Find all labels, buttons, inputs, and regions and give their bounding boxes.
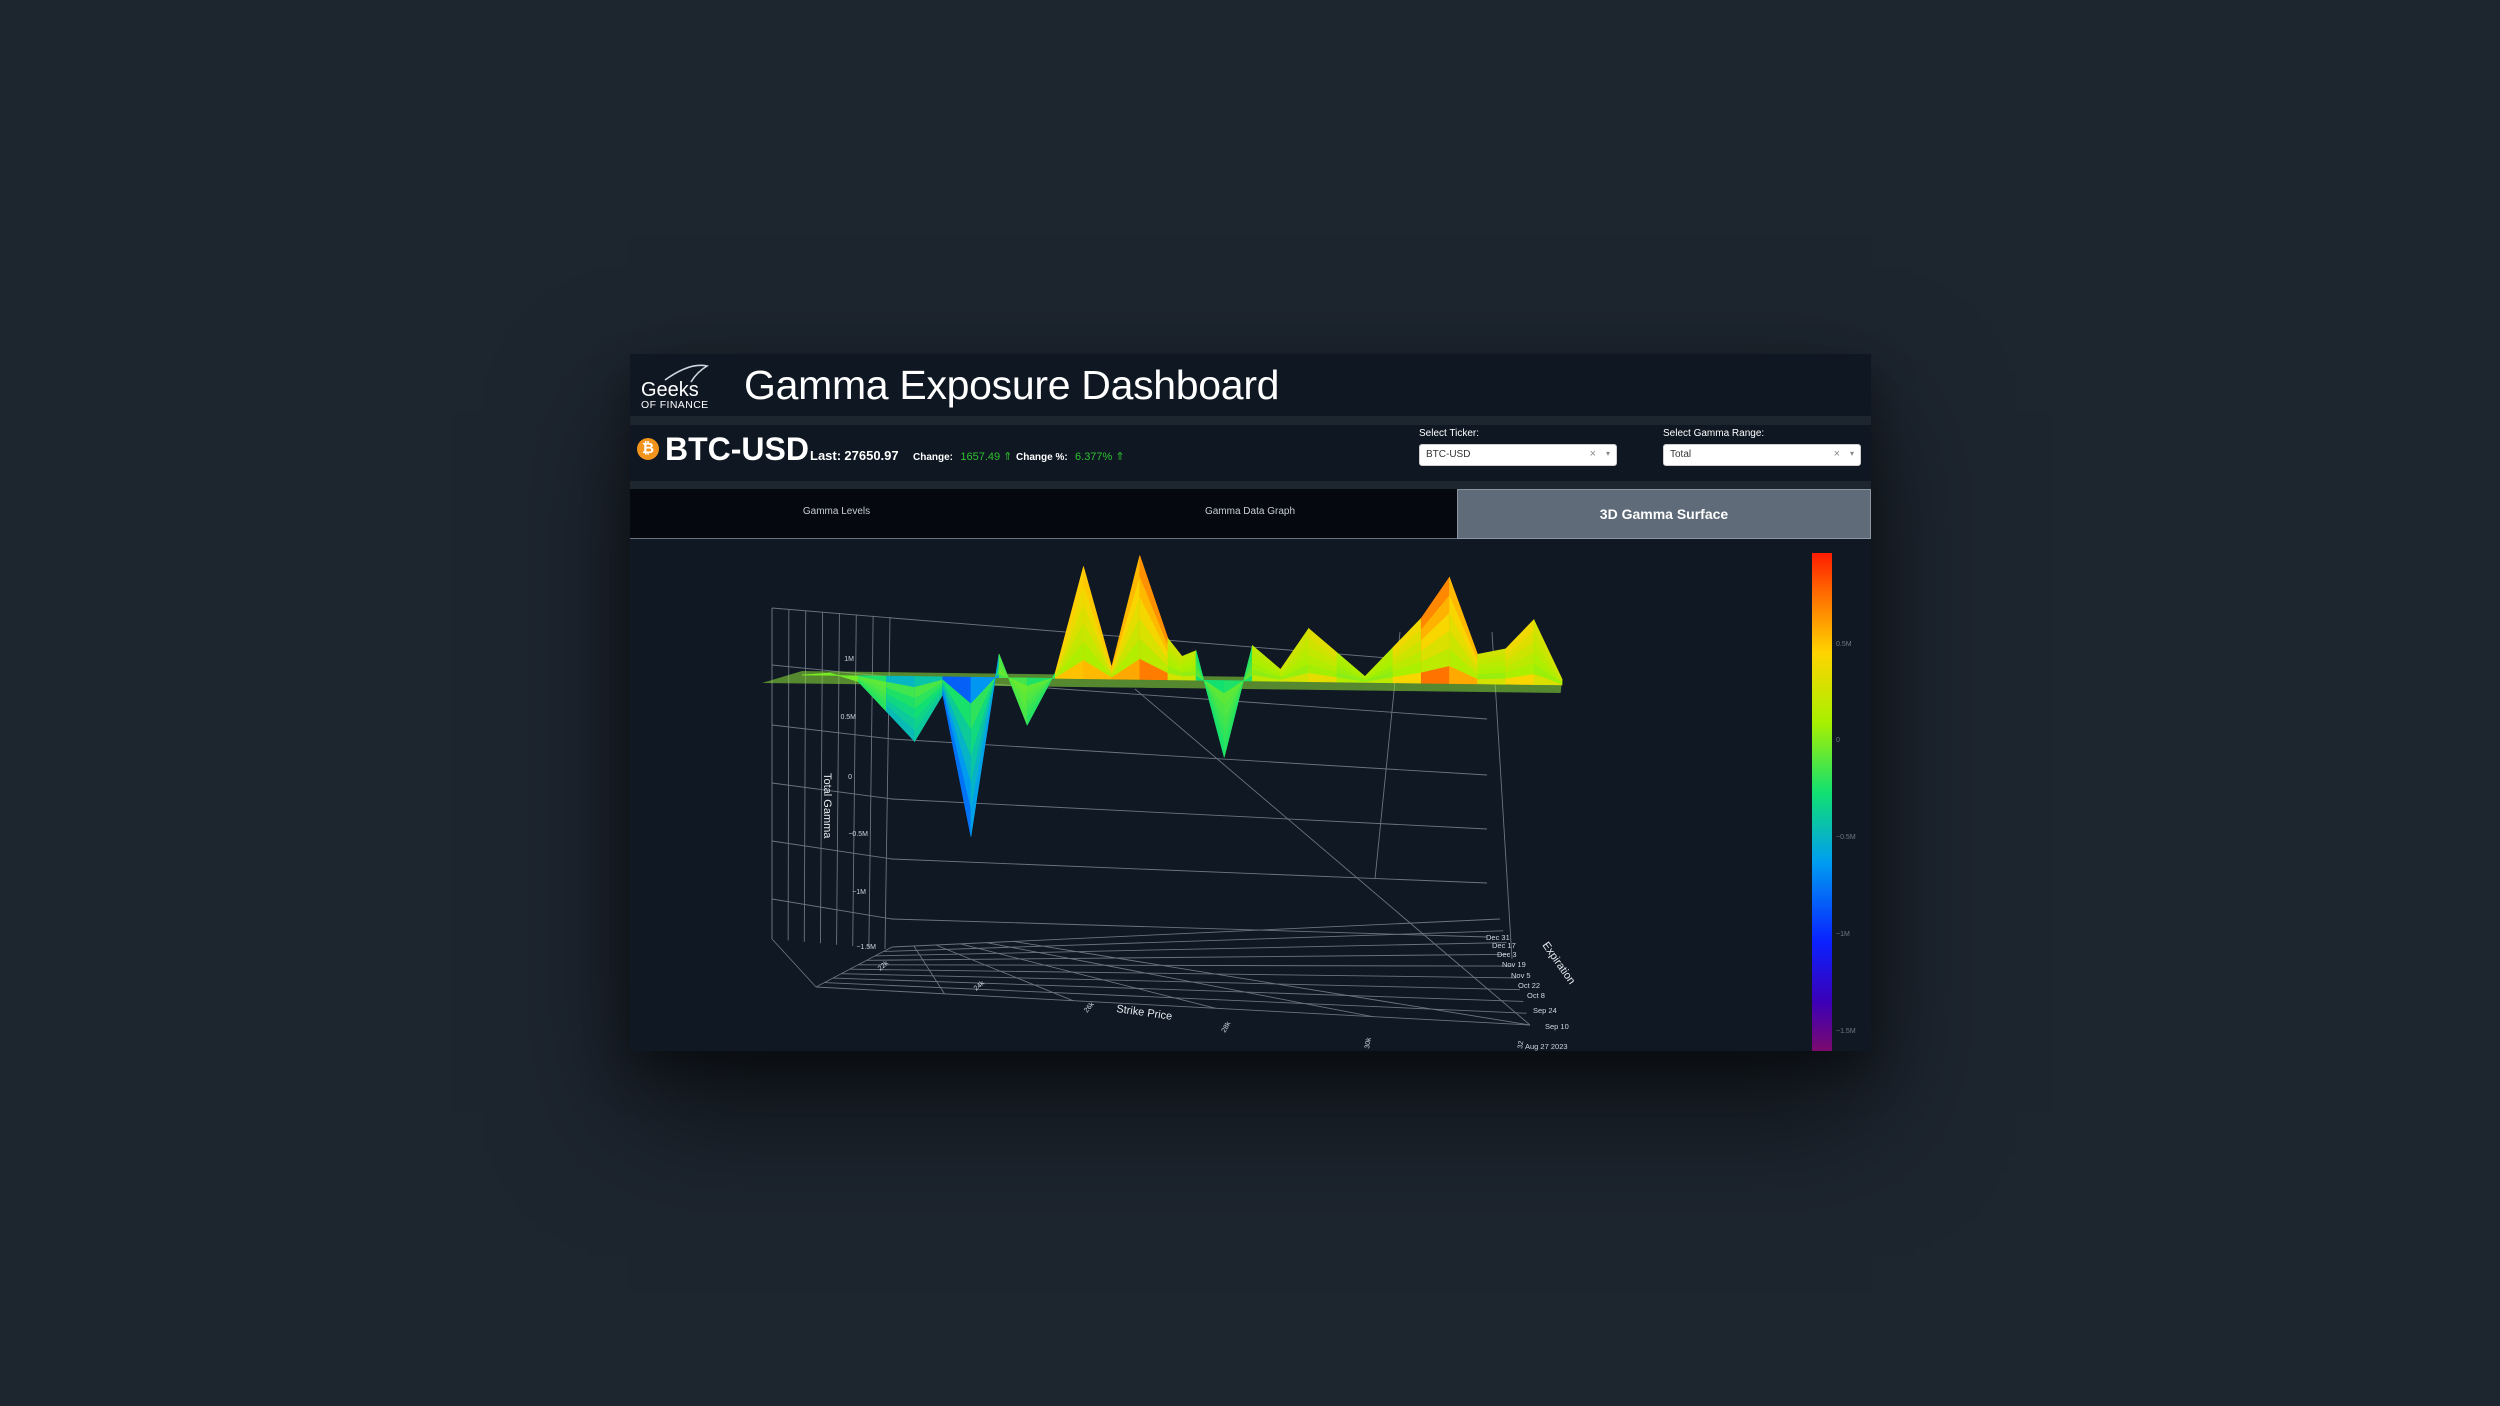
grid-line [771, 898, 893, 920]
divider [630, 416, 1871, 425]
app-header: Geeks OF FINANCE Gamma Exposure Dashboar… [630, 354, 1871, 416]
colorbar: 0.5M 0 −0.5M −1M −1.5M [1812, 553, 1856, 1051]
tab-gamma-levels[interactable]: Gamma Levels [630, 489, 1043, 539]
change-value: 1657.49 ⇑ [960, 451, 1013, 463]
ticker-select-value: BTC-USD [1426, 449, 1471, 460]
grid-line [852, 614, 857, 947]
grid-line [858, 964, 1514, 967]
grid-line [803, 610, 807, 942]
x-tick: 26k [1083, 1001, 1096, 1015]
y-tick: Dec 3 [1497, 950, 1517, 959]
grid-line [836, 613, 840, 945]
page-title: Gamma Exposure Dashboard [744, 362, 1280, 408]
axis-ticks: 1M 0.5M 0 −0.5M −1M −1.5M 22k 24k 26k 28… [821, 656, 1577, 1051]
z-axis-title: Total Gamma [821, 773, 833, 839]
y-tick: Dec 17 [1492, 941, 1516, 950]
gamma-range-select-label: Select Gamma Range: [1663, 428, 1765, 439]
tab-3d-gamma-surface[interactable]: 3D Gamma Surface [1457, 489, 1871, 539]
tab-gamma-data-graph[interactable]: Gamma Data Graph [1043, 489, 1457, 539]
colorbar-tick: −1M [1836, 931, 1850, 938]
clear-icon[interactable]: × [1834, 448, 1840, 460]
grid-line [868, 615, 874, 948]
y-tick: Sep 24 [1533, 1006, 1557, 1015]
grid-line [771, 938, 817, 988]
grid-line [866, 953, 1511, 961]
y-tick: Oct 8 [1527, 991, 1545, 1000]
grid-line [891, 798, 1488, 830]
y-tick: Aug 27 2023 [1525, 1042, 1568, 1051]
x-axis-title: Strike Price [1116, 1003, 1173, 1023]
z-tick: 0.5M [840, 714, 856, 721]
last-price: Last: 27650.97 [810, 449, 899, 463]
x-tick: 22k [877, 960, 891, 973]
price-change-percent: Change %: 6.377% ⇑ [1016, 449, 1125, 465]
tab-bar: Gamma Levels Gamma Data Graph 3D Gamma S… [630, 489, 1871, 539]
y-tick: Sep 10 [1545, 1022, 1569, 1031]
grid-line [875, 942, 1507, 957]
colorbar-gradient [1812, 553, 1832, 1051]
gamma-range-select[interactable]: Total × ▾ [1663, 444, 1861, 466]
x-tick: 30k [1364, 1037, 1373, 1050]
colorbar-tick: −0.5M [1836, 834, 1856, 841]
z-tick: 0 [848, 774, 852, 781]
y-tick: Dec 31 [1486, 933, 1510, 942]
clear-icon[interactable]: × [1590, 448, 1596, 460]
colorbar-tick: 0.5M [1836, 641, 1852, 648]
gamma-range-select-value: Total [1670, 449, 1692, 460]
ticker-symbol: BTC-USD [665, 431, 809, 467]
dashboard-window: Geeks OF FINANCE Gamma Exposure Dashboar… [630, 354, 1871, 1051]
chevron-down-icon[interactable]: ▾ [1850, 449, 1854, 458]
y-tick: Oct 22 [1518, 981, 1540, 990]
price-change: Change: 1657.49 ⇑ [913, 449, 1012, 465]
chevron-down-icon[interactable]: ▾ [1606, 449, 1610, 458]
x-tick: 28k [1221, 1020, 1233, 1034]
z-tick: −1M [852, 889, 866, 896]
grid-line [815, 986, 1531, 1026]
colorbar-tick: −1.5M [1836, 1028, 1856, 1035]
last-label: Last: [810, 448, 842, 463]
ticker-select[interactable]: BTC-USD × ▾ [1419, 444, 1617, 466]
grid-line [1134, 688, 1531, 1026]
grid-line [771, 840, 893, 860]
grid-line [771, 607, 893, 619]
y-tick: Nov 19 [1502, 960, 1526, 969]
geeks-of-finance-logo: Geeks OF FINANCE [641, 364, 710, 411]
surface-plot[interactable]: 1M 0.5M 0 −0.5M −1M −1.5M 22k 24k 26k 28… [630, 539, 1871, 1051]
grid-line [1013, 940, 1531, 1026]
grid-line [884, 616, 891, 950]
grid-line [771, 724, 893, 740]
ticker-select-label: Select Ticker: [1419, 428, 1480, 439]
ticker-select-group: Select Ticker: BTC-USD × ▾ [1419, 428, 1617, 466]
change-percent-label: Change %: [1016, 452, 1068, 463]
logo-text-bottom: OF FINANCE [641, 399, 709, 411]
surface-plot-canvas[interactable]: 1M 0.5M 0 −0.5M −1M −1.5M 22k 24k 26k 28… [630, 539, 1871, 1051]
logo-text-top: Geeks [641, 379, 699, 401]
z-tick: −1.5M [856, 944, 876, 951]
bitcoin-icon: ₿ [637, 438, 659, 460]
divider [630, 481, 1871, 489]
last-value: 27650.97 [844, 448, 899, 463]
grid-line [891, 918, 1501, 948]
x-tick: 24k [973, 980, 987, 993]
gamma-range-select-group: Select Gamma Range: Total × ▾ [1663, 428, 1861, 466]
grid-line [986, 942, 1374, 1018]
z-tick: 1M [844, 656, 854, 663]
change-label: Change: [913, 452, 953, 463]
z-tick: −0.5M [848, 831, 868, 838]
grid-line [891, 858, 1488, 884]
grid-line [787, 609, 790, 941]
colorbar-tick: 0 [1836, 737, 1840, 744]
y-axis-title: Expiration [1540, 940, 1578, 987]
y-tick: Nov 5 [1511, 971, 1531, 980]
change-percent-value: 6.377% ⇑ [1075, 451, 1125, 463]
